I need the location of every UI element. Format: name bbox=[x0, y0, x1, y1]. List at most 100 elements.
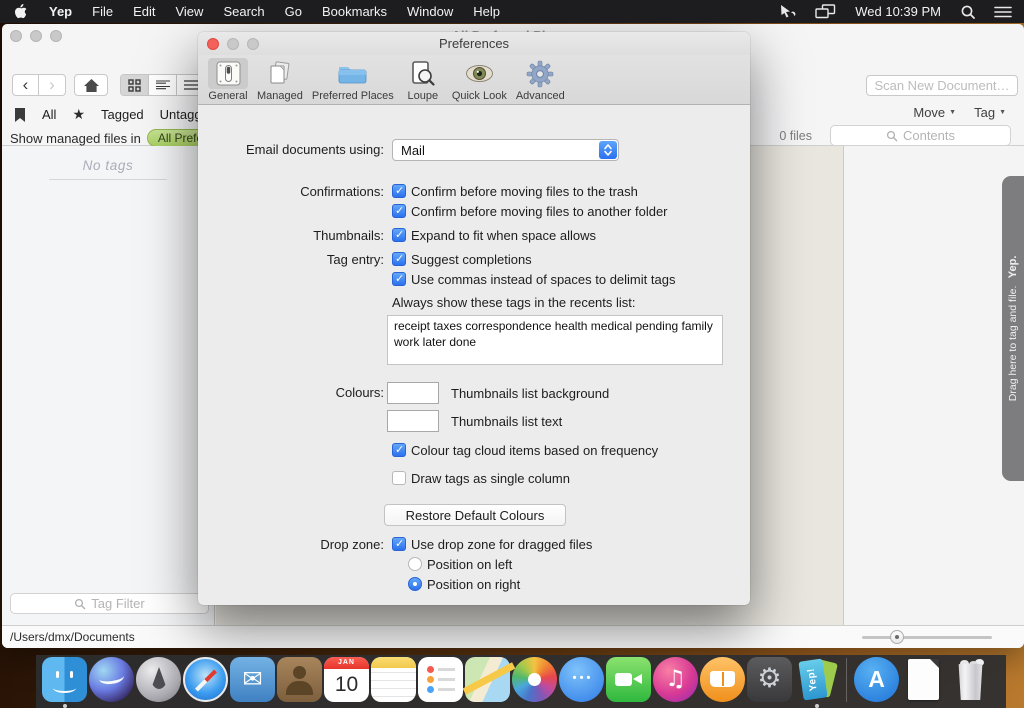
slider-knob[interactable] bbox=[890, 630, 904, 644]
dock-ibooks-icon[interactable] bbox=[700, 657, 745, 702]
menu-window[interactable]: Window bbox=[397, 0, 463, 23]
dock-finder-icon[interactable] bbox=[42, 657, 87, 702]
file-count-label: 0 files bbox=[779, 129, 812, 143]
dock-document-icon[interactable] bbox=[901, 657, 946, 702]
dock-messages-icon[interactable] bbox=[559, 657, 604, 702]
text-colour-well[interactable] bbox=[387, 410, 439, 432]
menu-app-yep[interactable]: Yep bbox=[39, 0, 82, 23]
dock-mail-icon[interactable] bbox=[230, 657, 275, 702]
checkbox-checked-icon[interactable] bbox=[392, 252, 406, 266]
tag-filter-field[interactable]: Tag Filter bbox=[10, 593, 209, 614]
menu-clock[interactable]: Wed 10:39 PM bbox=[845, 4, 951, 19]
use-drop-zone-checkbox-row[interactable]: Use drop zone for dragged files bbox=[392, 536, 750, 552]
position-right-radio-row[interactable]: Position on right bbox=[408, 576, 750, 592]
tag-menu[interactable]: Tag▼ bbox=[974, 105, 1006, 120]
menu-edit[interactable]: Edit bbox=[123, 0, 165, 23]
desktop: Yep File Edit View Search Go Bookmarks W… bbox=[0, 0, 1024, 708]
dock: JAN 10 Yep! bbox=[36, 655, 1006, 708]
displays-icon[interactable] bbox=[806, 4, 845, 19]
move-menu[interactable]: Move▼ bbox=[913, 105, 956, 120]
dock-app-store-icon[interactable] bbox=[854, 657, 899, 702]
checkbox-checked-icon[interactable] bbox=[392, 537, 406, 551]
tab-managed[interactable]: Managed bbox=[257, 58, 303, 102]
dock-safari-icon[interactable] bbox=[183, 657, 228, 702]
position-left-radio-row[interactable]: Position on left bbox=[408, 556, 750, 572]
checkbox-checked-icon[interactable] bbox=[392, 184, 406, 198]
dock-maps-icon[interactable] bbox=[465, 657, 510, 702]
checkbox-checked-icon[interactable] bbox=[392, 272, 406, 286]
documents-icon bbox=[260, 58, 300, 89]
suggest-completions-checkbox-row[interactable]: Suggest completions bbox=[392, 251, 750, 267]
background-colour-well[interactable] bbox=[387, 382, 439, 404]
checkbox-checked-icon[interactable] bbox=[392, 204, 406, 218]
star-icon[interactable]: ★ bbox=[72, 106, 85, 123]
list-detail-view-button[interactable] bbox=[149, 75, 177, 95]
expand-fit-checkbox-row[interactable]: Expand to fit when space allows bbox=[392, 227, 750, 243]
colour-frequency-checkbox-row[interactable]: Colour tag cloud items based on frequenc… bbox=[392, 442, 750, 458]
drag-tab-brand: Yep. bbox=[1007, 256, 1019, 279]
filter-tagged[interactable]: Tagged bbox=[101, 107, 144, 122]
filter-all[interactable]: All bbox=[42, 107, 56, 122]
view-mode-segmented-control bbox=[120, 74, 206, 96]
menu-bar: Yep File Edit View Search Go Bookmarks W… bbox=[0, 0, 1024, 23]
preferences-title-bar[interactable]: Preferences bbox=[198, 32, 750, 55]
radio-unselected-icon[interactable] bbox=[408, 557, 422, 571]
thumbnail-size-slider[interactable] bbox=[862, 636, 992, 639]
recent-tags-textarea[interactable]: receipt taxes correspondence health medi… bbox=[387, 315, 723, 365]
menu-bookmarks[interactable]: Bookmarks bbox=[312, 0, 397, 23]
scan-new-document-button[interactable]: Scan New Document… bbox=[866, 75, 1018, 96]
preferences-window: Preferences General Managed Preferred Pl… bbox=[198, 32, 750, 605]
notification-center-icon[interactable] bbox=[985, 5, 1024, 19]
checkbox-unchecked-icon[interactable] bbox=[392, 471, 406, 485]
dock-siri-icon[interactable] bbox=[89, 657, 134, 702]
restore-default-colours-button[interactable]: Restore Default Colours bbox=[384, 504, 566, 526]
tab-advanced[interactable]: Advanced bbox=[516, 58, 565, 102]
eye-icon bbox=[459, 58, 499, 89]
spotlight-search-icon[interactable] bbox=[951, 4, 985, 20]
dock-facetime-icon[interactable] bbox=[606, 657, 651, 702]
tab-preferred-places[interactable]: Preferred Places bbox=[312, 58, 394, 102]
single-column-checkbox-row[interactable]: Draw tags as single column bbox=[392, 470, 750, 486]
home-button[interactable] bbox=[74, 74, 108, 96]
dock-yep-icon[interactable]: Yep! bbox=[794, 657, 839, 702]
drag-here-tab[interactable]: Drag here to tag and file. Yep. bbox=[1002, 176, 1024, 481]
dock-launchpad-icon[interactable] bbox=[136, 657, 181, 702]
tab-loupe[interactable]: Loupe bbox=[403, 58, 443, 102]
email-app-popup[interactable]: Mail bbox=[392, 139, 619, 161]
dock-contacts-icon[interactable] bbox=[277, 657, 322, 702]
dock-itunes-icon[interactable] bbox=[653, 657, 698, 702]
contents-search-field[interactable]: Contents bbox=[830, 125, 1011, 146]
search-icon bbox=[74, 598, 86, 610]
forward-button[interactable]: › bbox=[39, 74, 66, 96]
menu-view[interactable]: View bbox=[165, 0, 213, 23]
menu-help[interactable]: Help bbox=[463, 0, 510, 23]
tab-quick-look[interactable]: Quick Look bbox=[452, 58, 507, 102]
apple-menu-icon[interactable] bbox=[0, 4, 39, 19]
dock-calendar-icon[interactable]: JAN 10 bbox=[324, 657, 369, 702]
confirm-trash-checkbox-row[interactable]: Confirm before moving files to the trash bbox=[392, 183, 750, 199]
show-managed-label: Show managed files in bbox=[10, 131, 141, 146]
menu-go[interactable]: Go bbox=[275, 0, 312, 23]
dock-notes-icon[interactable] bbox=[371, 657, 416, 702]
bookmark-icon[interactable] bbox=[14, 107, 26, 123]
dock-reminders-icon[interactable] bbox=[418, 657, 463, 702]
dock-photos-icon[interactable] bbox=[512, 657, 557, 702]
recents-list-label: Always show these tags in the recents li… bbox=[392, 295, 750, 310]
dock-system-preferences-icon[interactable] bbox=[747, 657, 792, 702]
checkbox-checked-icon[interactable] bbox=[392, 228, 406, 242]
menu-file[interactable]: File bbox=[82, 0, 123, 23]
grid-view-button[interactable] bbox=[121, 75, 149, 95]
use-commas-checkbox-row[interactable]: Use commas instead of spaces to delimit … bbox=[392, 271, 750, 287]
folder-icon bbox=[333, 58, 373, 89]
menu-search[interactable]: Search bbox=[213, 0, 274, 23]
popup-stepper-icon bbox=[599, 141, 617, 159]
radio-selected-icon[interactable] bbox=[408, 577, 422, 591]
tab-general[interactable]: General bbox=[208, 58, 248, 102]
dock-separator bbox=[846, 658, 847, 702]
status-bar: /Users/dmx/Documents bbox=[2, 625, 1024, 648]
confirm-move-checkbox-row[interactable]: Confirm before moving files to another f… bbox=[392, 203, 750, 219]
dock-trash-icon[interactable] bbox=[948, 657, 993, 702]
back-button[interactable]: ‹ bbox=[12, 74, 39, 96]
checkbox-checked-icon[interactable] bbox=[392, 443, 406, 457]
tags-sidebar: No tags Tag Filter bbox=[2, 146, 215, 625]
